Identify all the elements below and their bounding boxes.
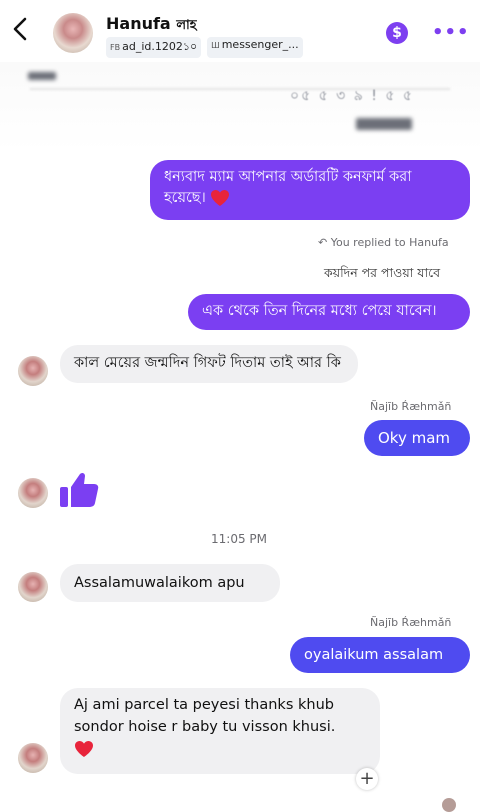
contact-avatar[interactable] [18,743,48,773]
source-tag: Шmessenger_... [207,37,303,58]
sender-name: Ñajīb Ŕæhmǎñ [370,400,452,413]
sender-name: Ñajīb Ŕæhmǎñ [370,616,452,629]
thumbs-up-icon[interactable] [58,468,100,510]
ad-id-tag: FB ad_id.1202১০ [106,37,202,58]
seen-avatar [442,798,456,812]
incoming-message[interactable]: Assalamuwalaikom apu [60,564,280,602]
blurred-mark [28,72,56,80]
reply-icon: ↶ [318,236,328,249]
replied-quote[interactable]: কয়দিন পর পাওয়া যাবে [324,265,440,285]
contact-avatar[interactable] [18,356,48,386]
contact-avatar[interactable] [53,13,93,53]
outgoing-message[interactable]: ধন্যবাদ ম্যাম আপনার অর্ডারটি কনফার্ম করা… [150,160,470,220]
chat-header: Hanufa লাহ FB ad_id.1202১০ Шmessenger_...… [0,0,480,62]
plus-icon[interactable]: + [356,768,378,790]
incoming-message[interactable]: Aj ami parcel ta peyesi thanks khub sond… [60,688,380,774]
heart-icon [211,190,230,207]
dollar-icon[interactable]: $ [386,22,408,44]
reply-indicator: ↶ You replied to Hanufa [318,236,449,249]
more-icon[interactable]: ••• [432,22,470,43]
blurred-text: ০৫ ৫ ৩ ৯ ! ৫ ৫ [290,88,414,104]
contact-avatar[interactable] [18,478,48,508]
heart-icon [75,740,93,757]
timestamp: 11:05 PM [211,532,267,546]
blurred-mark [356,118,412,130]
outgoing-message[interactable]: Oky mam [364,420,470,456]
chevron-left-icon[interactable] [10,16,32,42]
contact-avatar[interactable] [18,572,48,602]
contact-tags: FB ad_id.1202১০ Шmessenger_... [106,37,303,58]
outgoing-message[interactable]: oyalaikum assalam [290,637,470,673]
incoming-message[interactable]: কাল মেয়ের জন্মদিন গিফট দিতাম তাই আর কি [60,345,358,383]
contact-name[interactable]: Hanufa লাহ [106,14,197,37]
outgoing-message[interactable]: এক থেকে তিন দিনের মধ্যে পেয়ে যাবেন। [188,294,470,330]
